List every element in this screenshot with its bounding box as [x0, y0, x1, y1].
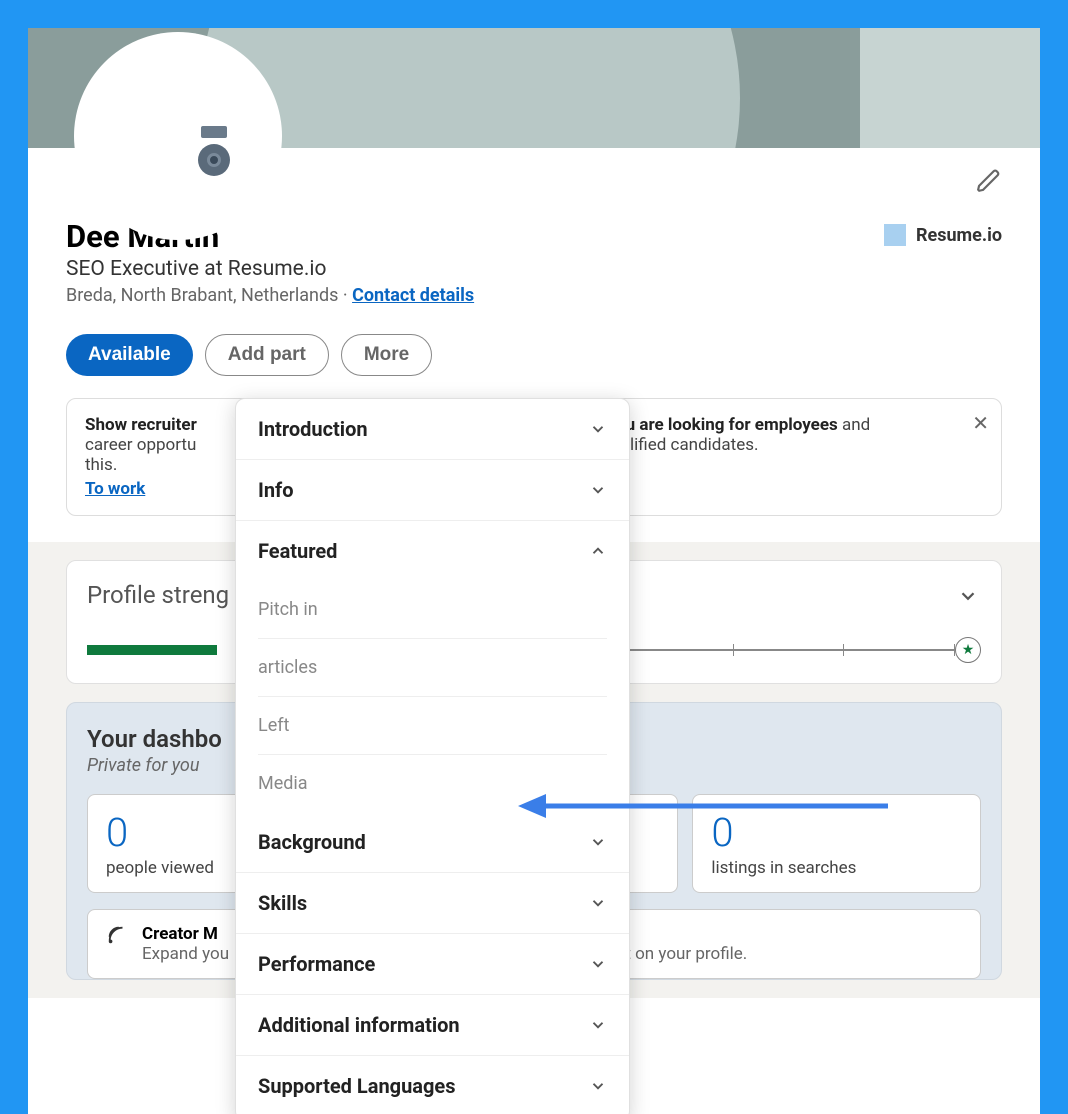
add-part-button[interactable]: Add part — [205, 334, 329, 376]
dd-background[interactable]: Background — [236, 812, 629, 873]
chevron-down-icon — [589, 1016, 607, 1034]
current-company[interactable]: Resume.io — [884, 224, 1002, 246]
star-icon: ★ — [955, 637, 981, 663]
dd-supported-languages[interactable]: Supported Languages — [236, 1056, 629, 1114]
to-work-link[interactable]: To work — [85, 479, 145, 499]
card-text-tail: and — [838, 415, 870, 435]
dd-label: Supported Languages — [258, 1074, 455, 1098]
close-icon[interactable]: ✕ — [972, 411, 989, 435]
chevron-up-icon — [589, 542, 607, 560]
chevron-down-icon — [589, 1077, 607, 1095]
dd-label: Skills — [258, 891, 307, 915]
company-logo-icon — [884, 224, 906, 246]
dd-label: Background — [258, 830, 366, 854]
satellite-icon — [106, 924, 128, 946]
dd-label: Info — [258, 478, 294, 502]
edit-icon[interactable] — [976, 168, 1002, 194]
location-row: Breda, North Brabant, Netherlands · Cont… — [66, 285, 474, 306]
dd-performance[interactable]: Performance — [236, 934, 629, 995]
dd-label: Featured — [258, 539, 337, 563]
contact-details-link[interactable]: Contact details — [352, 285, 474, 306]
separator: · — [343, 285, 348, 306]
dd-featured[interactable]: Featured — [236, 521, 629, 581]
chevron-down-icon — [589, 481, 607, 499]
creator-title: Creator M — [142, 924, 218, 944]
creator-desc: Expand you — [142, 944, 229, 964]
dd-info[interactable]: Info — [236, 460, 629, 521]
dd-sub-media[interactable]: Media — [258, 755, 607, 812]
card-text: this. — [85, 455, 117, 475]
chevron-down-icon — [589, 833, 607, 851]
dd-label: Performance — [258, 952, 375, 976]
profile-name: Dee Martin — [66, 218, 474, 255]
stat-number: 0 — [711, 809, 962, 856]
chevron-down-icon — [589, 420, 607, 438]
dd-sub-articles[interactable]: articles — [258, 639, 607, 697]
avatar-upload[interactable] — [78, 36, 278, 236]
dd-sub-left[interactable]: Left — [258, 697, 607, 755]
stat-label: listings in searches — [711, 858, 962, 878]
dd-sub-pitch-in[interactable]: Pitch in — [258, 581, 607, 639]
more-button[interactable]: More — [341, 334, 432, 376]
card-text: career opportu — [85, 435, 196, 455]
dd-label: Additional information — [258, 1013, 460, 1037]
location-text: Breda, North Brabant, Netherlands — [66, 285, 338, 306]
available-button[interactable]: Available — [66, 334, 193, 376]
dd-skills[interactable]: Skills — [236, 873, 629, 934]
dd-additional-info[interactable]: Additional information — [236, 995, 629, 1056]
dd-label: Introduction — [258, 417, 368, 441]
company-name: Resume.io — [916, 225, 1002, 246]
stat-search-appearances[interactable]: 0 listings in searches — [692, 794, 981, 893]
profile-headline: SEO Executive at Resume.io — [66, 257, 474, 281]
chevron-down-icon — [589, 955, 607, 973]
profile-strength-title: Profile streng — [87, 581, 229, 609]
chevron-down-icon — [589, 894, 607, 912]
dd-introduction[interactable]: Introduction — [236, 399, 629, 460]
chevron-down-icon[interactable] — [957, 585, 979, 607]
card-bold: Show recruiter — [85, 415, 197, 435]
add-section-dropdown: Introduction Info Featured Pitch in arti… — [235, 398, 630, 1114]
